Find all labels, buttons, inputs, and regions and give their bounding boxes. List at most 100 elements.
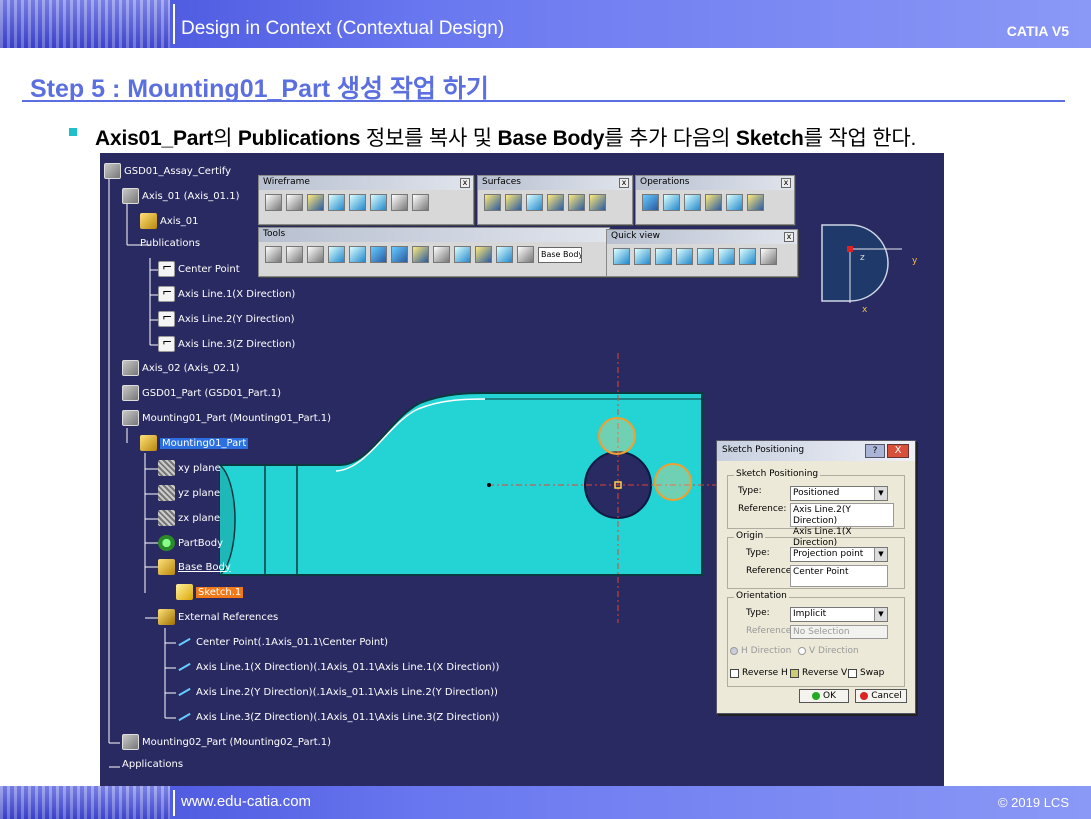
projection-icon[interactable] <box>328 194 345 211</box>
tools-toolbar[interactable]: Tools Base Body <box>258 227 610 277</box>
tree-node-mounting02[interactable]: Mounting02_Part (Mounting02_Part.1) <box>122 734 331 750</box>
close-icon[interactable]: x <box>460 178 470 188</box>
quick-view-toolbar-title[interactable]: Quick view x <box>607 230 797 244</box>
fill-icon[interactable] <box>568 194 585 211</box>
reverse-h-checkbox[interactable]: Reverse H <box>730 668 788 678</box>
product-icon <box>122 188 139 204</box>
tree-node-center-point[interactable]: Center Point <box>158 260 240 277</box>
dialog-title-bar[interactable]: Sketch Positioning ? X <box>717 441 915 461</box>
tree-node-axis-line-3[interactable]: Axis Line.3(Z Direction) <box>158 335 295 352</box>
scan-icon[interactable] <box>475 246 492 263</box>
tree-node-applications[interactable]: Applications <box>122 759 183 770</box>
tree-tool-icon[interactable] <box>454 246 471 263</box>
fillet-icon[interactable] <box>684 194 701 211</box>
extrude-icon[interactable] <box>484 194 501 211</box>
tree-node-partbody[interactable]: PartBody <box>158 535 223 551</box>
grid-icon[interactable] <box>349 246 366 263</box>
isometric-view-icon[interactable] <box>613 248 630 265</box>
spline-icon[interactable] <box>412 194 429 211</box>
operations-toolbar-title[interactable]: Operations x <box>636 176 794 190</box>
tree-node-ext-center-point[interactable]: Center Point(.1Axis_01.1\Center Point) <box>176 634 388 650</box>
offset-icon[interactable] <box>370 194 387 211</box>
sketch-type-select[interactable]: Positioned ▼ <box>790 486 888 501</box>
close-icon[interactable]: x <box>619 178 629 188</box>
surfaces-toolbar-title[interactable]: Surfaces x <box>478 176 632 190</box>
plane-icon[interactable] <box>307 194 324 211</box>
tree-node-external-references[interactable]: External References <box>158 609 278 625</box>
tree-node-axis-line-2[interactable]: Axis Line.2(Y Direction) <box>158 310 295 327</box>
point-icon[interactable] <box>265 194 282 211</box>
work-on-support-icon[interactable] <box>370 246 387 263</box>
tree-node-ext-axis-line-1[interactable]: Axis Line.1(X Direction)(.1Axis_01.1\Axi… <box>176 659 499 675</box>
datum-icon[interactable] <box>433 246 450 263</box>
quick-view-toolbar[interactable]: Quick view x <box>606 229 798 277</box>
tree-node-axis-line-1[interactable]: Axis Line.1(X Direction) <box>158 285 295 302</box>
tree-node-zx-plane[interactable]: zx plane <box>158 510 220 526</box>
reverse-v-checkbox[interactable]: Reverse V <box>790 668 847 678</box>
orientation-type-select[interactable]: Implicit ▼ <box>790 607 888 622</box>
catalog-icon[interactable] <box>496 246 513 263</box>
named-views-icon[interactable] <box>760 248 777 265</box>
origin-type-select[interactable]: Projection point ▼ <box>790 547 888 562</box>
publication-tool-icon[interactable] <box>412 246 429 263</box>
back-view-icon[interactable] <box>655 248 672 265</box>
product-icon <box>122 360 139 376</box>
tree-node-mounting01-part[interactable]: Mounting01_Part <box>140 435 249 451</box>
ok-button[interactable]: OK <box>799 689 849 703</box>
close-icon[interactable]: x <box>781 178 791 188</box>
loft-icon[interactable] <box>589 194 606 211</box>
origin-reference-field[interactable]: Center Point <box>790 565 888 587</box>
tools-toolbar-title[interactable]: Tools <box>259 228 609 242</box>
surfaces-toolbar[interactable]: Surfaces x <box>477 175 633 225</box>
tree-node-base-body[interactable]: Base Body <box>158 559 231 575</box>
front-view-icon[interactable] <box>634 248 651 265</box>
close-icon[interactable]: x <box>784 232 794 242</box>
sweep-icon[interactable] <box>547 194 564 211</box>
cancel-button[interactable]: Cancel <box>855 689 907 703</box>
tree-node-root[interactable]: GSD01_Assay_Certify <box>104 163 231 179</box>
product-icon <box>122 410 139 426</box>
sketch-reference-field[interactable]: Axis Line.2(Y Direction) Axis Line.1(X D… <box>790 503 894 548</box>
tree-node-gsd01-part[interactable]: GSD01_Part (GSD01_Part.1) <box>122 385 281 401</box>
operations-toolbar[interactable]: Operations x <box>635 175 795 225</box>
intersection-icon[interactable] <box>349 194 366 211</box>
left-view-icon[interactable] <box>676 248 693 265</box>
constraint-icon[interactable] <box>286 246 303 263</box>
right-view-icon[interactable] <box>697 248 714 265</box>
near-icon[interactable] <box>747 194 764 211</box>
tree-node-ext-axis-line-3[interactable]: Axis Line.3(Z Direction)(.1Axis_01.1\Axi… <box>176 709 499 725</box>
translate-icon[interactable] <box>705 194 722 211</box>
current-body-select[interactable]: Base Body <box>538 246 582 263</box>
help-button[interactable]: ? <box>865 444 885 458</box>
snap-icon[interactable] <box>391 246 408 263</box>
tree-node-axis01-part[interactable]: Axis_01 <box>140 213 198 229</box>
v-direction-radio[interactable]: V Direction <box>798 646 859 656</box>
tree-node-yz-plane[interactable]: yz plane <box>158 485 220 501</box>
offset-surface-icon[interactable] <box>526 194 543 211</box>
tree-node-xy-plane[interactable]: xy plane <box>158 460 221 476</box>
revolve-icon[interactable] <box>505 194 522 211</box>
circle-icon[interactable] <box>391 194 408 211</box>
join-icon[interactable] <box>642 194 659 211</box>
line-icon[interactable] <box>286 194 303 211</box>
close-button[interactable]: X <box>887 444 909 458</box>
tree-node-publications[interactable]: Publications <box>140 238 200 249</box>
top-view-icon[interactable] <box>718 248 735 265</box>
update-icon[interactable] <box>265 246 282 263</box>
wireframe-toolbar-title[interactable]: Wireframe x <box>259 176 473 190</box>
hierarchy-icon[interactable] <box>328 246 345 263</box>
split-icon[interactable] <box>663 194 680 211</box>
tree-node-mounting01-instance[interactable]: Mounting01_Part (Mounting01_Part.1) <box>122 410 331 426</box>
swap-checkbox[interactable]: Swap <box>848 668 884 678</box>
body-select-icon[interactable] <box>517 246 534 263</box>
axis-system-icon[interactable] <box>307 246 324 263</box>
tree-node-ext-axis-line-2[interactable]: Axis Line.2(Y Direction)(.1Axis_01.1\Axi… <box>176 684 498 700</box>
h-direction-radio[interactable]: H Direction <box>730 646 791 656</box>
wireframe-toolbar[interactable]: Wireframe x <box>258 175 474 225</box>
tree-node-axis01-instance[interactable]: Axis_01 (Axis_01.1) <box>122 188 239 204</box>
sketch-positioning-dialog[interactable]: Sketch Positioning ? X Sketch Positionin… <box>716 440 916 714</box>
tree-node-axis02[interactable]: Axis_02 (Axis_02.1) <box>122 360 239 376</box>
bottom-view-icon[interactable] <box>739 248 756 265</box>
tree-node-sketch1[interactable]: Sketch.1 <box>176 584 244 600</box>
extrapolate-icon[interactable] <box>726 194 743 211</box>
